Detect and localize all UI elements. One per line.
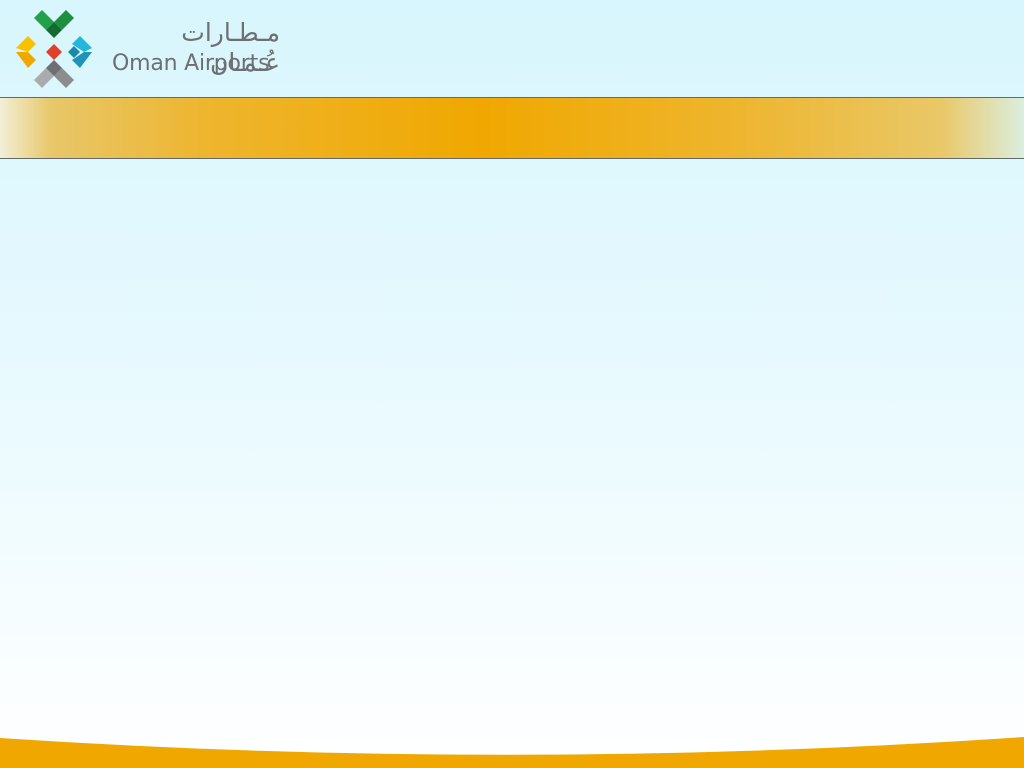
logo-mark-icon [16,10,92,88]
footer-wave [0,737,1024,768]
oman-airports-logo: مـطـارات عُـمـان Oman Airports [12,8,302,90]
title-band [0,97,1024,159]
header: مـطـارات عُـمـان Oman Airports [0,0,1024,97]
content-area [0,159,1024,729]
slide: مـطـارات عُـمـان Oman Airports [0,0,1024,768]
footer-wave-shape [0,737,1024,768]
logo-english-wordmark: Oman Airports [112,51,270,76]
